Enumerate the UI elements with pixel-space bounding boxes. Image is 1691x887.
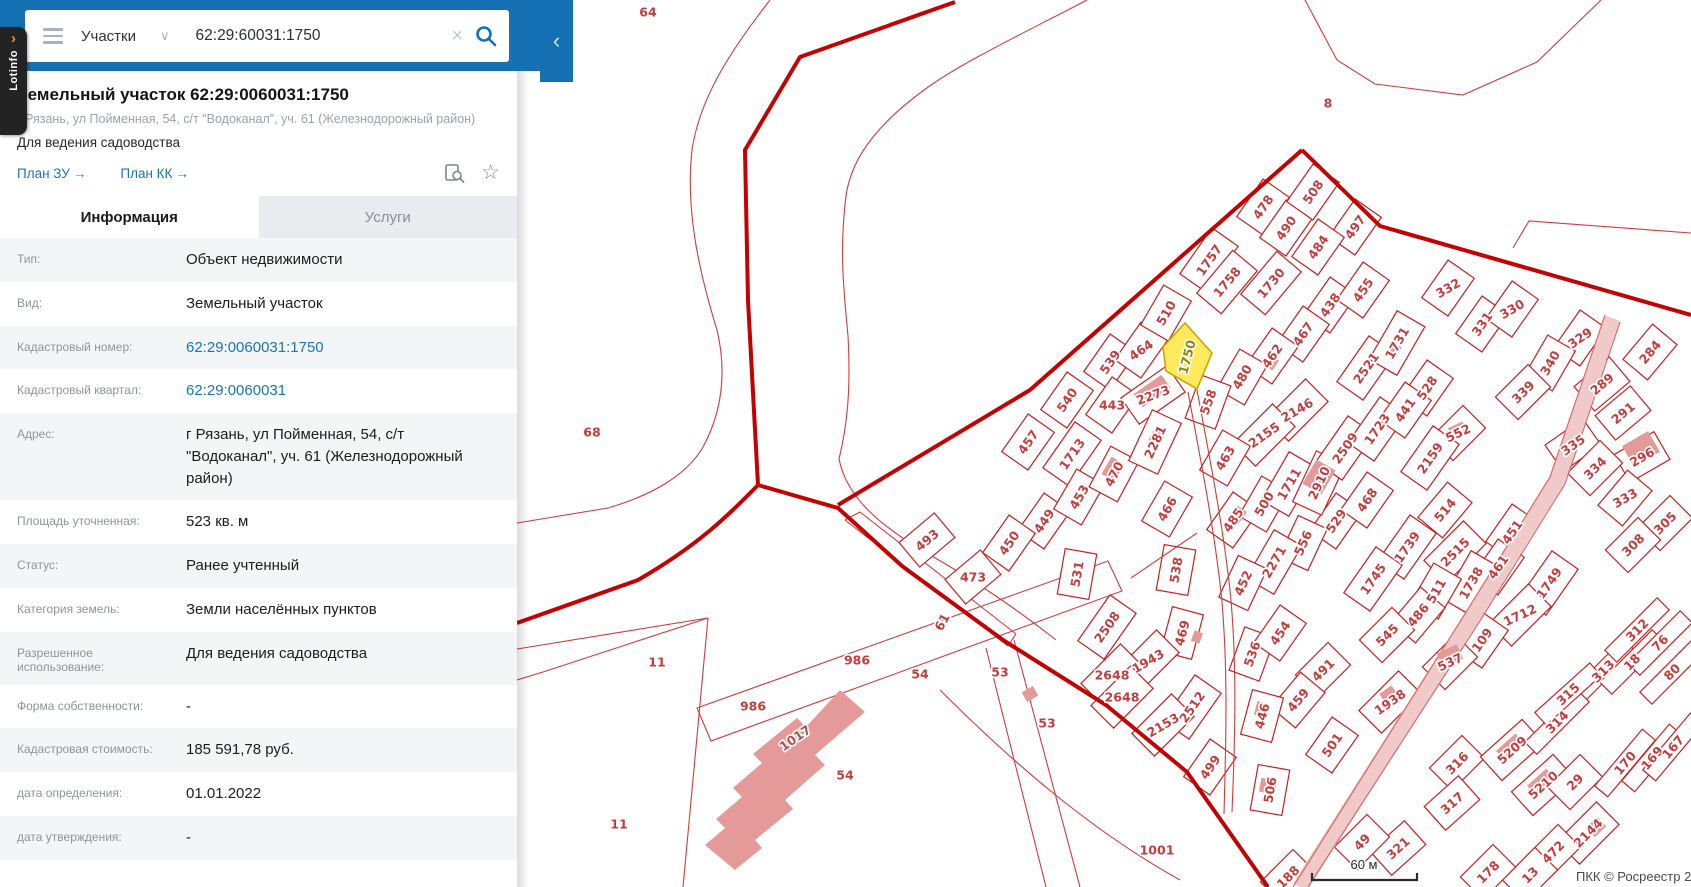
parcel-label: 8 xyxy=(1324,96,1333,111)
table-row: дата утверждения: - xyxy=(0,815,517,860)
parcel-label: 1001 xyxy=(1140,843,1175,858)
table-row: Кадастровая стоимость: 185 591,78 руб. xyxy=(0,728,517,772)
table-row: Кадастровый номер: 62:29:0060031:1750 xyxy=(0,325,517,370)
cadastral-map[interactable]: 64 8 68 11 11 986 986 54 54 53 53 61 1017 1001 1750 493… xyxy=(517,0,1691,887)
table-row: Форма собственности: - xyxy=(17,697,191,715)
parcel-label: 54 xyxy=(836,768,854,783)
table-row: Вид: Земельный участок xyxy=(17,294,323,312)
search-box: Участки ∨ × xyxy=(25,10,509,62)
parcel-label: 443 xyxy=(1099,398,1125,413)
table-row: дата определения: 01.01.2022 xyxy=(17,785,262,802)
parcel-usage: Для ведения садоводства xyxy=(17,135,180,150)
panel-tabs: Информация Услуги xyxy=(0,196,517,238)
page-title: Земельный участок 62:29:0060031:1750 xyxy=(17,85,349,104)
tab-services[interactable]: Услуги xyxy=(259,196,518,238)
favorite-star-icon[interactable]: ☆ xyxy=(481,162,500,183)
parcel-address-subtitle: г Рязань, ул Пойменная, 54, с/т "Водокан… xyxy=(17,112,476,126)
chevron-down-icon[interactable]: ∨ xyxy=(160,28,170,44)
parcel-label: 54 xyxy=(911,667,929,682)
table-row: Разрешенное использование: Для ведения са… xyxy=(0,631,517,685)
parcel-label: 473 xyxy=(960,570,986,585)
cadastral-number-link[interactable]: 62:29:0060031:1750 xyxy=(169,337,334,359)
parcel-label: 2648 xyxy=(1095,668,1130,683)
search-icon[interactable] xyxy=(475,25,497,47)
parcel-label: 61 xyxy=(931,611,952,633)
table-row: Категория земель: Земли населённых пункто… xyxy=(17,600,377,618)
table-row: Кадастровый квартал: 62:29:0060031 xyxy=(0,369,517,413)
parcel-label: 64 xyxy=(639,5,657,20)
parcel-label: 986 xyxy=(844,653,870,668)
tab-information[interactable]: Информация xyxy=(0,196,259,238)
plan-kk-link[interactable]: План КК → xyxy=(120,166,189,181)
parcel-label: 53 xyxy=(1038,716,1055,731)
plan-zu-link[interactable]: План ЗУ → xyxy=(17,166,86,181)
parcel-label: 53 xyxy=(991,665,1008,680)
zoom-to-object-icon[interactable] xyxy=(444,163,465,183)
table-row: Статус: Ранее учтенный xyxy=(0,544,517,588)
map-attribution: ПКК © Росреестр 2 xyxy=(1576,869,1691,884)
scale-label: 60 м xyxy=(1350,857,1377,872)
header-bar: Участки ∨ × xyxy=(0,0,573,71)
lotinfo-label: Lotinfo xyxy=(7,50,20,91)
table-row: Адрес: г Рязань, ул Пойменная, 54, с/т "В… xyxy=(0,413,517,501)
parcel-label: 2648 xyxy=(1105,690,1140,705)
lotinfo-arrow-icon: › xyxy=(11,30,16,47)
pkk-app: 64 8 68 11 11 986 986 54 54 53 53 61 1017 1001 1750 493… xyxy=(0,0,1691,887)
parcel-label: 11 xyxy=(610,817,627,832)
attribute-table: Тип: Объект недвижимости Вид: Земельный уч… xyxy=(0,238,517,860)
search-input[interactable] xyxy=(193,26,452,46)
table-row: Площадь уточненная: 523 кв. м xyxy=(17,513,249,531)
table-row: Тип: Объект недвижимости xyxy=(0,238,517,282)
collapse-panel-button[interactable]: ‹ xyxy=(540,0,573,82)
menu-icon[interactable] xyxy=(43,28,63,44)
lotinfo-extension-tab[interactable]: › Lotinfo xyxy=(0,27,27,135)
parcel-label: 11 xyxy=(648,655,665,670)
layer-selector[interactable]: Участки xyxy=(81,28,136,45)
parcel-info-panel: Земельный участок 62:29:0060031:1750 г Р… xyxy=(0,71,517,887)
parcel-label: 986 xyxy=(740,699,766,714)
parcel-label: 68 xyxy=(583,425,600,440)
cadastral-quarter-link[interactable]: 62:29:0060031 xyxy=(169,380,296,402)
clear-icon[interactable]: × xyxy=(451,25,463,48)
